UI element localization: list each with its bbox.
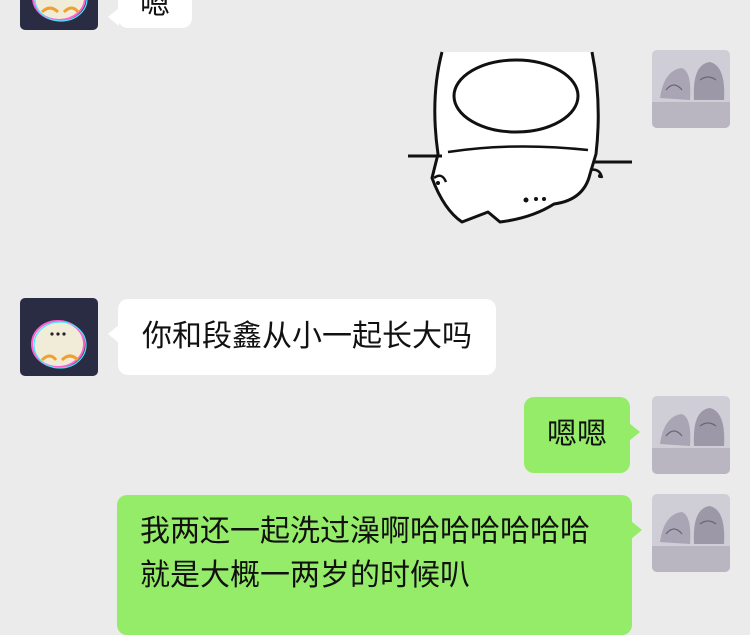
my-avatar[interactable]	[652, 494, 730, 572]
message-text: 我两还一起洗过澡啊哈哈哈哈哈哈就是大概一两岁的时候叭	[140, 514, 590, 593]
message-bubble-friend[interactable]: 嗯	[108, 0, 192, 28]
message-bubble-self[interactable]: 嗯嗯	[524, 397, 640, 473]
message-text: 嗯	[140, 0, 170, 22]
message-text: 你和段鑫从小一起长大吗	[142, 319, 472, 354]
message-bubble-self[interactable]: 我两还一起洗过澡啊哈哈哈哈哈哈就是大概一两岁的时候叭	[117, 495, 642, 635]
message-bubble-friend[interactable]: 你和段鑫从小一起长大吗	[108, 299, 496, 375]
cartoon-cat-back-sticker[interactable]	[404, 50, 636, 232]
my-avatar[interactable]	[652, 396, 730, 474]
friend-avatar[interactable]	[20, 298, 98, 376]
my-avatar[interactable]	[652, 50, 730, 128]
message-text: 嗯嗯	[547, 417, 607, 452]
friend-avatar[interactable]	[20, 0, 98, 30]
